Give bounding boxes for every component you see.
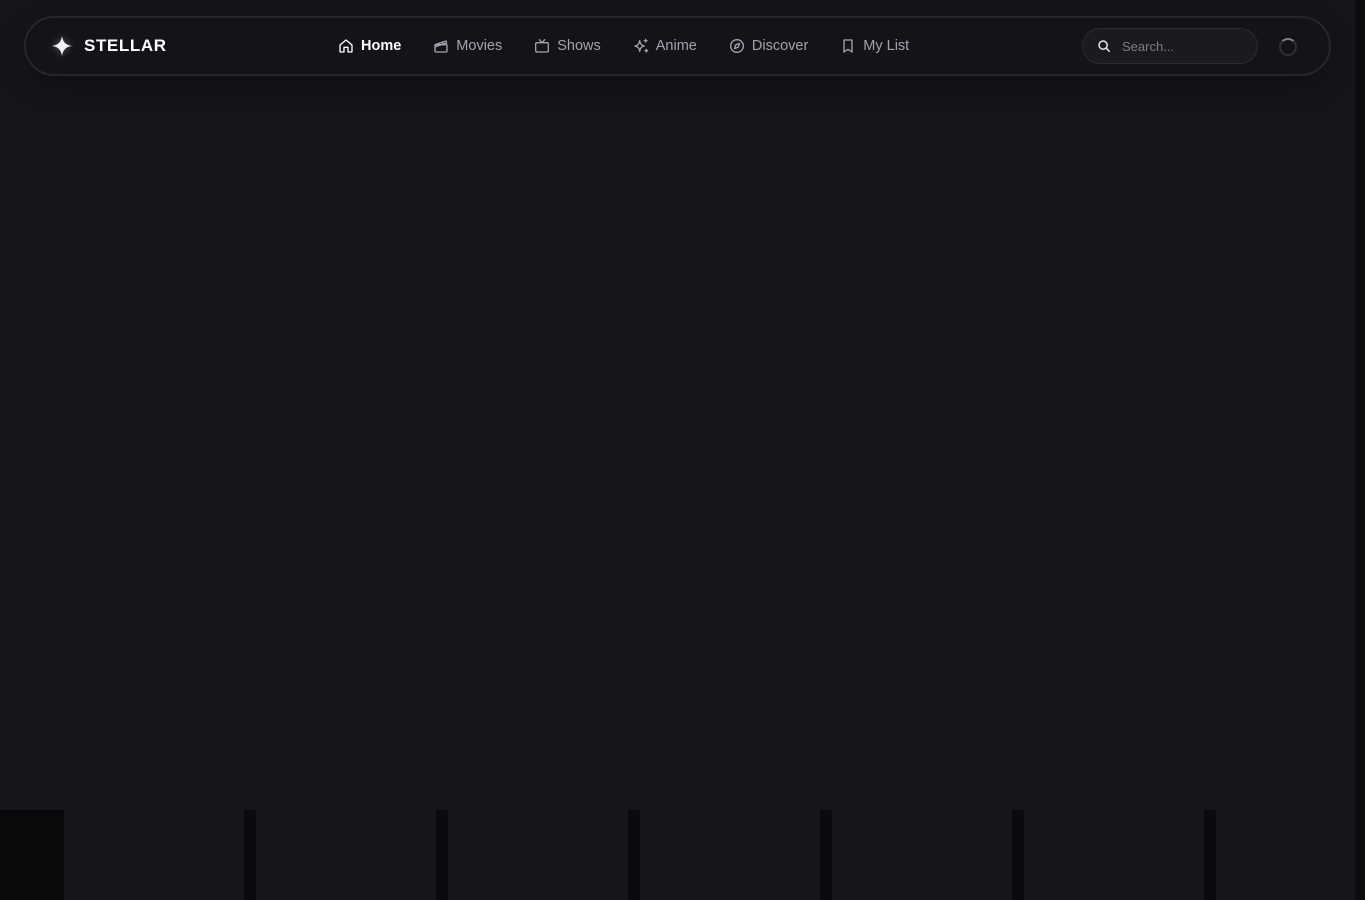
- nav-item-label: Shows: [557, 38, 601, 54]
- nav-item-label: Anime: [655, 38, 697, 54]
- sparkles-icon: [633, 38, 649, 54]
- nav-item-my-list[interactable]: My List: [840, 38, 909, 54]
- row-fade-edge: [0, 810, 64, 900]
- nav-item-label: Discover: [751, 38, 809, 54]
- content-row-placeholder: [0, 810, 1355, 900]
- brand-name: STELLAR: [84, 36, 167, 55]
- tv-icon: [534, 38, 550, 54]
- nav-item-label: Movies: [456, 38, 503, 54]
- scrollbar[interactable]: [1355, 0, 1365, 900]
- search-icon: [1097, 39, 1111, 53]
- nav-item-shows[interactable]: Shows: [534, 38, 601, 54]
- card-separator: [628, 810, 640, 900]
- search-input[interactable]: [1120, 37, 1244, 55]
- spinner-icon: [1279, 38, 1297, 56]
- card-separator: [244, 810, 256, 900]
- nav-item-label: Home: [361, 38, 402, 54]
- top-navbar: STELLAR Home Movies Shows Anime Discover…: [24, 16, 1331, 76]
- card-separator: [1012, 810, 1024, 900]
- bookmark-icon: [840, 38, 856, 54]
- compass-icon: [729, 38, 745, 54]
- search-box[interactable]: [1082, 28, 1258, 64]
- card-separator: [436, 810, 448, 900]
- nav-item-anime[interactable]: Anime: [633, 38, 697, 54]
- nav-item-movies[interactable]: Movies: [433, 38, 502, 54]
- home-icon: [338, 38, 354, 54]
- card-separator: [1204, 810, 1216, 900]
- card-separator: [820, 810, 832, 900]
- nav-item-label: My List: [863, 38, 910, 54]
- sparkle-icon: [50, 34, 74, 58]
- hero-placeholder: [0, 0, 1355, 810]
- nav-item-discover[interactable]: Discover: [729, 38, 808, 54]
- nav-item-home[interactable]: Home: [338, 38, 401, 54]
- clapperboard-icon: [433, 38, 449, 54]
- brand-logo[interactable]: STELLAR: [50, 18, 167, 74]
- main-nav: Home Movies Shows Anime Discover My List: [338, 18, 941, 74]
